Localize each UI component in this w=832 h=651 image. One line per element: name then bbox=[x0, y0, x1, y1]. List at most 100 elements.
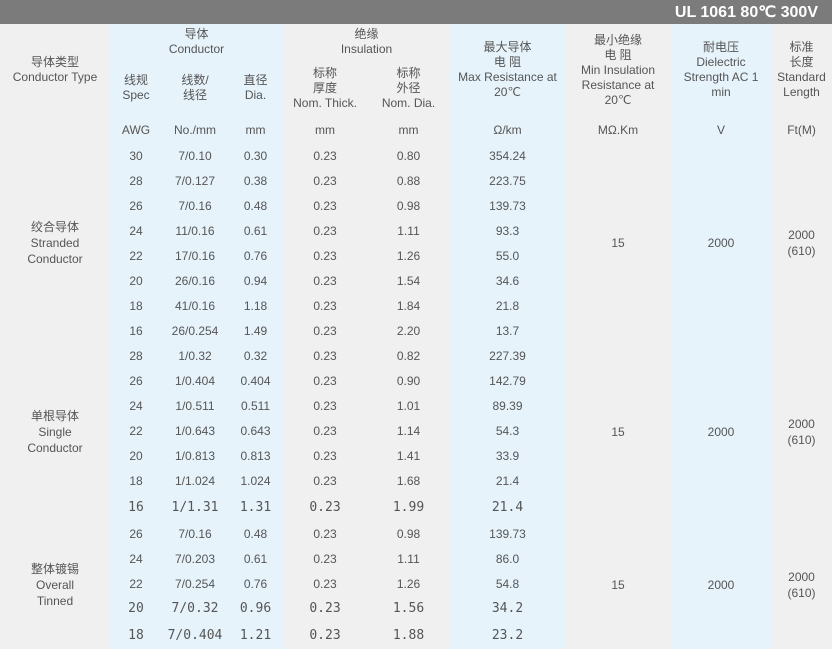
table-cell: 7/0.127 bbox=[162, 168, 228, 193]
table-cell: 54.8 bbox=[450, 571, 566, 596]
header-thickness: 标称 厚度 Nom. Thick. bbox=[283, 60, 368, 116]
unit-cell: Ω/km bbox=[450, 116, 566, 143]
table-cell: 1.84 bbox=[367, 293, 451, 318]
table-cell: 7/0.10 bbox=[162, 143, 228, 168]
table-cell: 86.0 bbox=[450, 546, 566, 571]
table-cell: 20 bbox=[110, 268, 162, 293]
table-title: UL 1061 80℃ 300V bbox=[0, 0, 832, 24]
table-cell: 1/1.31 bbox=[162, 493, 228, 521]
table-cell: 7/0.32 bbox=[162, 596, 228, 621]
table-cell: 41/0.16 bbox=[162, 293, 228, 318]
header-strand: 线数/线径 bbox=[162, 60, 228, 116]
table-cell: 0.23 bbox=[283, 368, 368, 393]
table-cell: 1.11 bbox=[367, 546, 451, 571]
table-cell: 22 bbox=[110, 571, 162, 596]
table-cell: 0.23 bbox=[283, 521, 368, 546]
table-cell: 0.76 bbox=[228, 571, 284, 596]
table-cell: 28 bbox=[110, 168, 162, 193]
table-cell: 354.24 bbox=[450, 143, 566, 168]
conductor-type-label: 单根导体 Single Conductor bbox=[0, 343, 110, 521]
table-cell: 0.511 bbox=[228, 393, 284, 418]
unit-cell: AWG bbox=[110, 116, 162, 143]
table-cell: 227.39 bbox=[450, 343, 566, 368]
table-cell: 1.31 bbox=[228, 493, 284, 521]
standard-length-cell: 2000 (610) bbox=[771, 143, 832, 343]
table-cell: 1/0.32 bbox=[162, 343, 228, 368]
table-cell: 0.23 bbox=[283, 318, 368, 343]
table-cell: 0.813 bbox=[228, 443, 284, 468]
table-cell: 89.39 bbox=[450, 393, 566, 418]
table-cell: 0.23 bbox=[283, 143, 368, 168]
table-cell: 0.23 bbox=[283, 621, 368, 649]
table-cell: 0.90 bbox=[367, 368, 451, 393]
table-cell: 0.82 bbox=[367, 343, 451, 368]
table-cell: 21.8 bbox=[450, 293, 566, 318]
table-cell: 26 bbox=[110, 368, 162, 393]
table-cell: 1/0.404 bbox=[162, 368, 228, 393]
table-cell: 0.98 bbox=[367, 193, 451, 218]
table-cell: 0.23 bbox=[283, 468, 368, 493]
table-cell: 0.76 bbox=[228, 243, 284, 268]
table-cell: 0.23 bbox=[283, 218, 368, 243]
table-cell: 17/0.16 bbox=[162, 243, 228, 268]
table-cell: 1.18 bbox=[228, 293, 284, 318]
table-cell: 22 bbox=[110, 418, 162, 443]
table-cell: 0.643 bbox=[228, 418, 284, 443]
standard-length-cell: 2000 (610) bbox=[771, 521, 832, 649]
table-cell: 0.23 bbox=[283, 193, 368, 218]
table-cell: 30 bbox=[110, 143, 162, 168]
table-cell: 1.01 bbox=[367, 393, 451, 418]
table-cell: 23.2 bbox=[450, 621, 566, 649]
table-cell: 1.56 bbox=[367, 596, 451, 621]
table-cell: 7/0.16 bbox=[162, 521, 228, 546]
table-cell: 7/0.16 bbox=[162, 193, 228, 218]
table-cell: 13.7 bbox=[450, 318, 566, 343]
table-cell: 139.73 bbox=[450, 193, 566, 218]
table-cell: 0.96 bbox=[228, 596, 284, 621]
table-cell: 0.30 bbox=[228, 143, 284, 168]
table-cell: 0.23 bbox=[283, 168, 368, 193]
table-cell: 0.48 bbox=[228, 521, 284, 546]
table-cell: 1.49 bbox=[228, 318, 284, 343]
table-cell: 0.48 bbox=[228, 193, 284, 218]
header-standard-length: 标准 长度 Standard Length bbox=[771, 24, 832, 116]
table-cell: 139.73 bbox=[450, 521, 566, 546]
table-cell: 0.404 bbox=[228, 368, 284, 393]
table-cell: 1.68 bbox=[367, 468, 451, 493]
table-cell: 18 bbox=[110, 468, 162, 493]
table-cell: 16 bbox=[110, 318, 162, 343]
dielectric-cell: 2000 bbox=[671, 521, 772, 649]
insulation-resistance-cell: 15 bbox=[565, 343, 672, 521]
table-cell: 1.99 bbox=[367, 493, 451, 521]
table-cell: 34.2 bbox=[450, 596, 566, 621]
table-cell: 7/0.203 bbox=[162, 546, 228, 571]
table-cell: 20 bbox=[110, 596, 162, 621]
table-cell: 0.23 bbox=[283, 343, 368, 368]
table-cell: 7/0.404 bbox=[162, 621, 228, 649]
table-cell: 0.23 bbox=[283, 243, 368, 268]
table-cell: 0.88 bbox=[367, 168, 451, 193]
table-cell: 18 bbox=[110, 621, 162, 649]
header-conductor-type: 导体类型 Conductor Type bbox=[0, 24, 110, 116]
table-cell: 55.0 bbox=[450, 243, 566, 268]
table-cell: 1/0.813 bbox=[162, 443, 228, 468]
table-cell: 7/0.254 bbox=[162, 571, 228, 596]
table-cell: 0.23 bbox=[283, 393, 368, 418]
table-row: 绞合导体 Stranded Conductor 30 7/0.10 0.30 0.23 0.8… bbox=[0, 143, 832, 343]
table-cell: 24 bbox=[110, 546, 162, 571]
table-row: 单根导体 Single Conductor 28 1/0.32 0.32 0.23 0.82 2… bbox=[0, 343, 832, 521]
unit-cell: MΩ.Km bbox=[565, 116, 672, 143]
header-dielectric: 耐电压 Dielectric Strength AC 1 min bbox=[671, 24, 772, 116]
standard-length-cell: 2000 (610) bbox=[771, 343, 832, 521]
table-cell: 26 bbox=[110, 193, 162, 218]
table-cell: 1.11 bbox=[367, 218, 451, 243]
header-diameter: 直径 Dia. bbox=[228, 60, 284, 116]
units-row: AWG No./mm mm mm mm Ω/km MΩ.Km V Ft(M) bbox=[0, 116, 832, 143]
table-cell: 24 bbox=[110, 218, 162, 243]
unit-cell: No./mm bbox=[162, 116, 228, 143]
table-cell: 0.23 bbox=[283, 596, 368, 621]
table-cell: 21.4 bbox=[450, 468, 566, 493]
table-cell: 34.6 bbox=[450, 268, 566, 293]
table-cell: 1.26 bbox=[367, 571, 451, 596]
table-cell: 0.61 bbox=[228, 546, 284, 571]
